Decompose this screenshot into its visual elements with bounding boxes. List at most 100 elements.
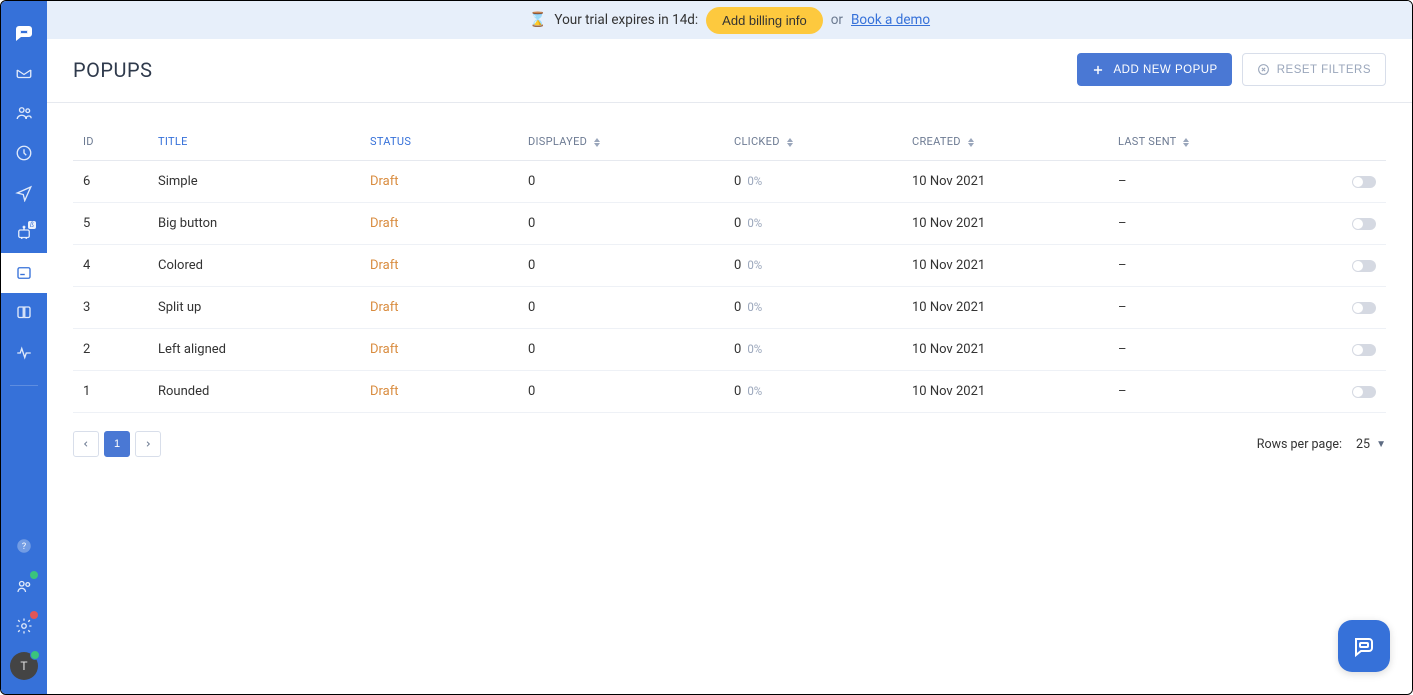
add-new-popup-button[interactable]: ADD NEW POPUP (1077, 53, 1231, 86)
row-toggle[interactable] (1352, 218, 1376, 230)
cell-displayed: 0 (528, 258, 734, 273)
table-row[interactable]: 1RoundedDraft000%10 Nov 2021– (73, 371, 1386, 413)
reset-filters-label: RESET FILTERS (1277, 64, 1371, 76)
cell-title: Simple (158, 174, 370, 189)
book-demo-link[interactable]: Book a demo (851, 12, 930, 28)
page-prev-button[interactable] (73, 431, 99, 457)
col-header-created[interactable]: CREATED (912, 135, 1118, 148)
trial-bar: ⌛ Your trial expires in 14d: Add billing… (47, 1, 1412, 39)
cell-created: 10 Nov 2021 (912, 258, 1118, 273)
content: ID TITLE STATUS DISPLAYED CLICKED CREATE… (47, 103, 1412, 694)
cell-clicked: 0 0% (734, 300, 912, 315)
cell-lastsent: – (1118, 342, 1308, 357)
rows-per-page-value: 25 (1356, 437, 1370, 452)
sidebar-avatar[interactable]: T (1, 646, 47, 686)
beta-badge: ß (28, 221, 36, 229)
col-header-lastsent[interactable]: LAST SENT (1118, 135, 1308, 148)
page-next-button[interactable] (135, 431, 161, 457)
col-header-clicked[interactable]: CLICKED (734, 135, 912, 148)
team-notification-dot (30, 571, 38, 579)
rows-per-page-label: Rows per page: (1257, 437, 1342, 452)
table-row[interactable]: 6SimpleDraft000%10 Nov 2021– (73, 161, 1386, 203)
cell-clicked-pct: 0% (747, 174, 762, 188)
cell-id: 4 (83, 258, 158, 273)
chat-widget-button[interactable] (1338, 620, 1390, 672)
chat-icon (1352, 634, 1376, 658)
sidebar-item-bot[interactable]: ß (1, 213, 47, 253)
cell-created: 10 Nov 2021 (912, 216, 1118, 231)
cell-status: Draft (370, 384, 528, 399)
cell-clicked-pct: 0% (747, 342, 762, 356)
sort-icon (594, 138, 600, 147)
cell-lastsent: – (1118, 258, 1308, 273)
sidebar-item-popups[interactable] (1, 253, 47, 293)
sidebar-item-contacts[interactable] (1, 93, 47, 133)
row-toggle[interactable] (1352, 302, 1376, 314)
cell-clicked-value: 0 (734, 300, 741, 315)
svg-text:?: ? (22, 542, 26, 552)
col-header-status[interactable]: STATUS (370, 135, 528, 148)
cell-displayed: 0 (528, 384, 734, 399)
sort-icon (787, 138, 793, 147)
table-row[interactable]: 5Big buttonDraft000%10 Nov 2021– (73, 203, 1386, 245)
cell-displayed: 0 (528, 300, 734, 315)
sidebar-logo[interactable] (1, 13, 47, 53)
cell-title: Split up (158, 300, 370, 315)
col-header-title[interactable]: TITLE (158, 135, 370, 148)
col-header-created-label: CREATED (912, 135, 961, 148)
row-toggle[interactable] (1352, 176, 1376, 188)
sidebar-item-help[interactable]: ? (1, 526, 47, 566)
cell-created: 10 Nov 2021 (912, 300, 1118, 315)
cell-lastsent: – (1118, 216, 1308, 231)
sidebar-item-knowledge[interactable] (1, 293, 47, 333)
row-toggle[interactable] (1352, 344, 1376, 356)
cell-title: Rounded (158, 384, 370, 399)
cell-title: Left aligned (158, 342, 370, 357)
cell-clicked: 00% (734, 342, 912, 357)
trial-or-text: or (831, 12, 843, 28)
sidebar-item-activity[interactable] (1, 333, 47, 373)
cell-clicked-pct: 0% (747, 258, 762, 272)
table-row[interactable]: 4ColoredDraft000%10 Nov 2021– (73, 245, 1386, 287)
table-row[interactable]: 3Split upDraft000%10 Nov 2021– (73, 287, 1386, 329)
col-header-displayed[interactable]: DISPLAYED (528, 135, 734, 148)
add-billing-button[interactable]: Add billing info (706, 7, 823, 34)
cell-lastsent: – (1118, 174, 1308, 189)
plus-icon (1091, 63, 1105, 77)
sidebar-divider (10, 385, 38, 386)
col-header-clicked-label: CLICKED (734, 135, 780, 148)
close-circle-icon (1257, 63, 1270, 76)
sidebar-item-send[interactable] (1, 173, 47, 213)
col-header-displayed-label: DISPLAYED (528, 135, 587, 148)
col-header-lastsent-label: LAST SENT (1118, 135, 1176, 148)
popups-table: ID TITLE STATUS DISPLAYED CLICKED CREATE… (73, 123, 1386, 413)
settings-notification-dot (30, 611, 38, 619)
sidebar-item-settings[interactable] (1, 606, 47, 646)
cell-clicked: 0 0% (734, 258, 912, 273)
cell-status: Draft (370, 300, 528, 315)
sidebar-item-team[interactable] (1, 566, 47, 606)
table-row[interactable]: 2Left alignedDraft000%10 Nov 2021– (73, 329, 1386, 371)
sidebar-item-history[interactable] (1, 133, 47, 173)
cell-clicked: 00% (734, 216, 912, 231)
cell-clicked-value: 0 (734, 258, 741, 273)
hourglass-icon: ⌛ (529, 12, 546, 28)
cell-created: 10 Nov 2021 (912, 384, 1118, 399)
cell-displayed: 0 (528, 174, 734, 189)
sort-icon (1183, 138, 1189, 147)
row-toggle[interactable] (1352, 260, 1376, 272)
row-toggle[interactable] (1352, 386, 1376, 398)
page-1-button[interactable]: 1 (104, 431, 130, 457)
cell-status: Draft (370, 174, 528, 189)
sidebar-item-inbox[interactable] (1, 53, 47, 93)
reset-filters-button[interactable]: RESET FILTERS (1242, 53, 1386, 86)
cell-clicked-pct: 0% (747, 300, 762, 314)
table-header-row: ID TITLE STATUS DISPLAYED CLICKED CREATE… (73, 123, 1386, 161)
rows-per-page-select[interactable]: 25 ▼ (1356, 437, 1386, 452)
cell-title: Colored (158, 258, 370, 273)
cell-clicked-pct: 0% (747, 216, 762, 230)
cell-id: 2 (83, 342, 158, 357)
cell-status: Draft (370, 342, 528, 357)
cell-clicked: 00% (734, 384, 912, 399)
cell-id: 5 (83, 216, 158, 231)
